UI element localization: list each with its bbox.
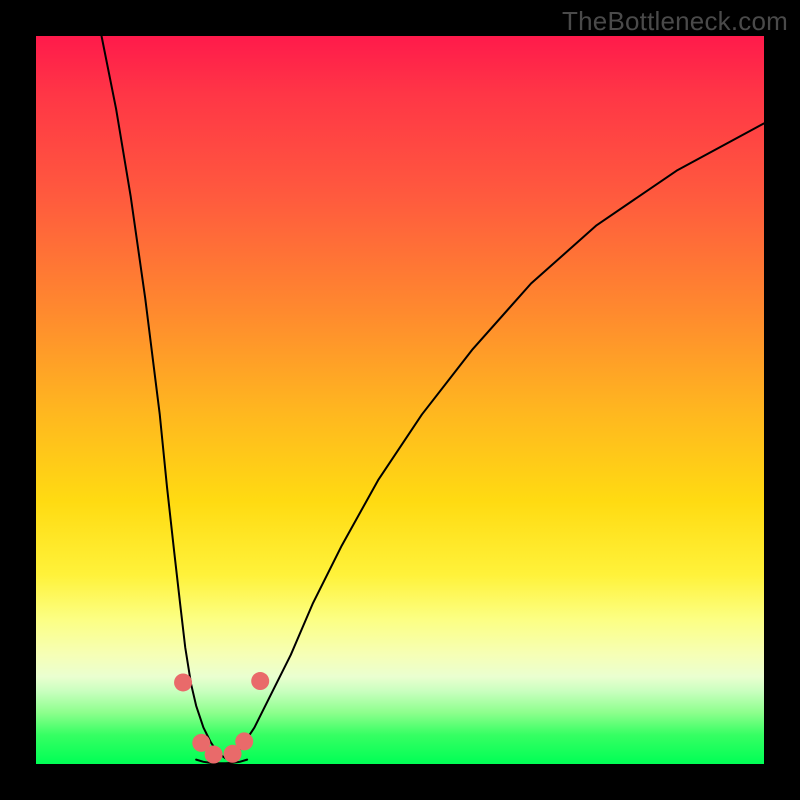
plot-area bbox=[36, 36, 764, 764]
marker-dot bbox=[174, 673, 192, 691]
marker-dot bbox=[251, 672, 269, 690]
series-markers bbox=[174, 672, 269, 764]
series-valley-floor bbox=[196, 760, 247, 764]
marker-dot bbox=[235, 732, 253, 750]
watermark-text: TheBottleneck.com bbox=[562, 6, 788, 37]
chart-frame: TheBottleneck.com bbox=[0, 0, 800, 800]
series-right-branch bbox=[233, 123, 764, 758]
marker-dot bbox=[205, 746, 223, 764]
curve-layer bbox=[36, 36, 764, 764]
series-left-branch bbox=[102, 36, 226, 758]
series-lines bbox=[102, 36, 764, 763]
